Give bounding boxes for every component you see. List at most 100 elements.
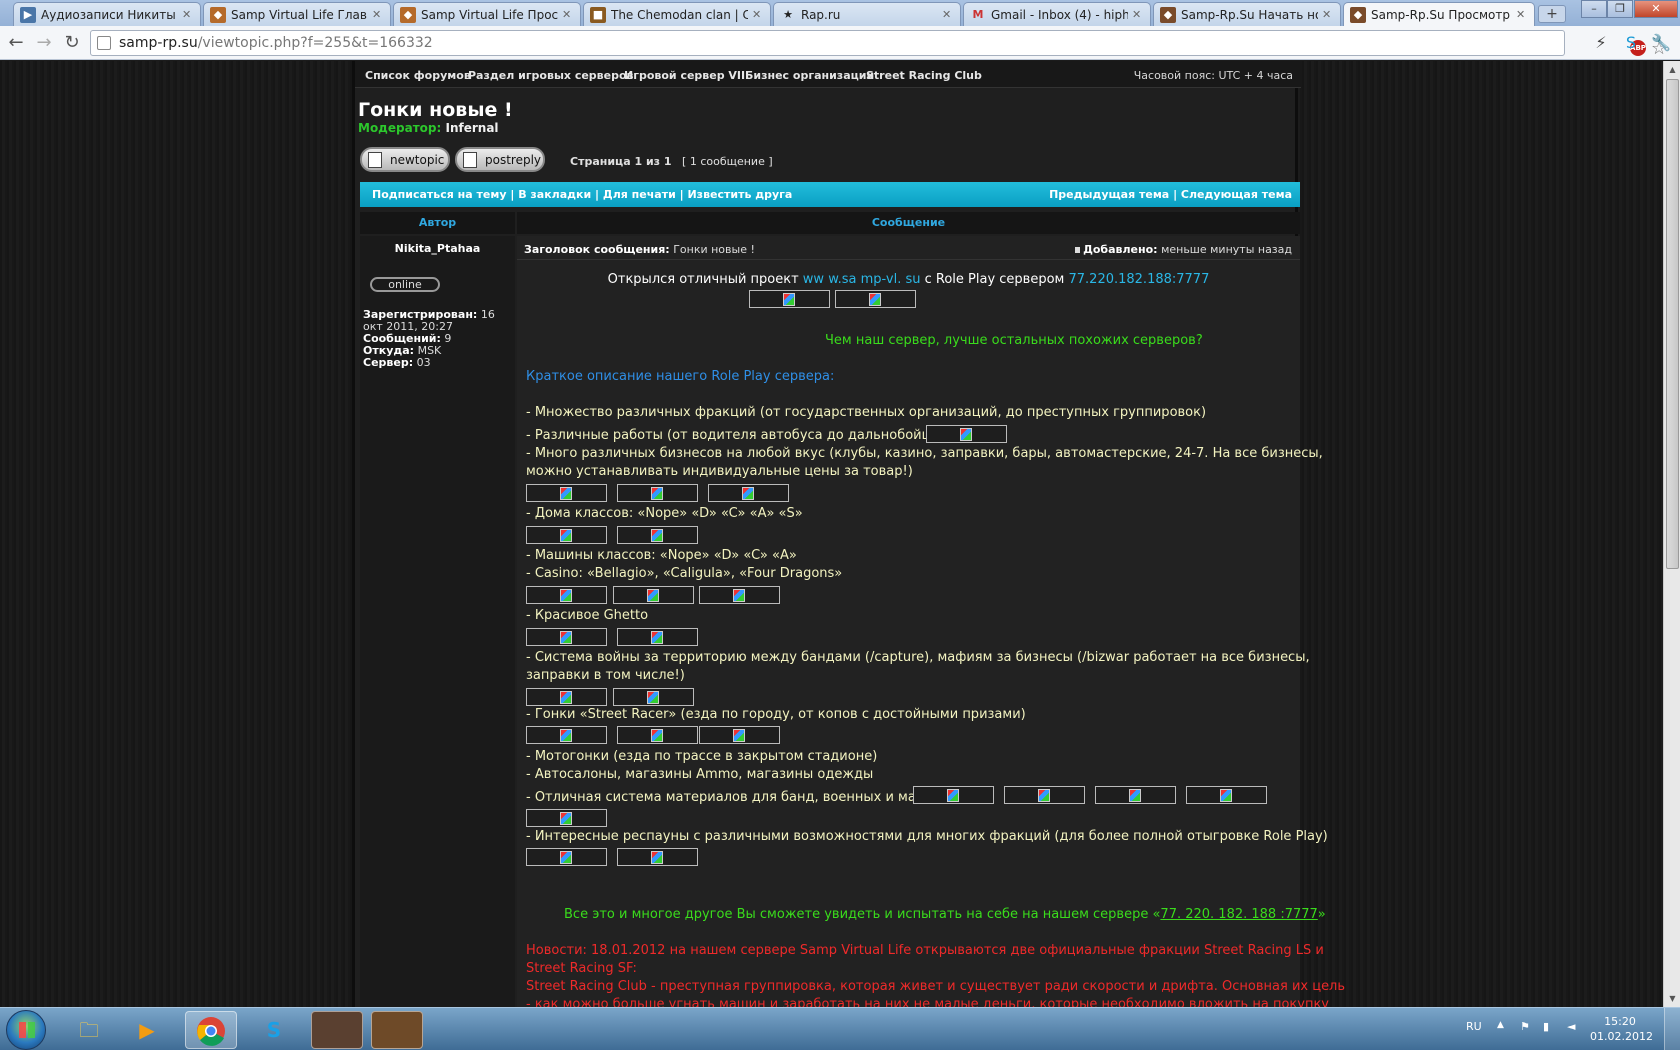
volume-icon[interactable]: ◄ — [1567, 1020, 1575, 1033]
broken-image — [526, 628, 607, 646]
tab-label: The Chemodan clan | Сайт — [611, 7, 748, 22]
post-reply-button[interactable]: postreply — [455, 147, 545, 172]
close-window-button[interactable]: ✕ — [1634, 0, 1678, 18]
close-icon[interactable]: ✕ — [372, 8, 384, 21]
broken-image — [926, 425, 1007, 443]
broken-image — [699, 726, 780, 744]
previous-topic-link[interactable]: Предыдущая тема — [1049, 188, 1169, 201]
tab-label: Gmail - Inbox (4) - hiphap2 — [991, 7, 1128, 22]
clock[interactable]: 15:20 01.02.2012 — [1590, 1014, 1653, 1044]
feature-item: - Интересные респауны с различными возмо… — [526, 829, 1328, 844]
author-profile: Зарегистрирован: 16 окт 2011, 20:27 Сооб… — [363, 309, 513, 369]
moderator-name[interactable]: Infernal — [445, 121, 498, 135]
flag-icon[interactable]: ⚑ — [1520, 1020, 1530, 1033]
address-bar[interactable]: samp-rp.su/viewtopic.php?f=255&t=166332 … — [90, 30, 1667, 59]
tab-vk-audio[interactable]: ▶ Аудиозаписи Никиты Фо ✕ — [13, 2, 201, 26]
tab-label: Samp-Rp.Su Начать новун — [1181, 7, 1318, 22]
close-icon[interactable]: ✕ — [562, 8, 574, 21]
tab-strip: ▶ Аудиозаписи Никиты Фо ✕ ◆ Samp Virtual… — [0, 0, 1680, 26]
reload-icon[interactable]: ↻ — [60, 31, 84, 55]
back-icon[interactable]: ← — [4, 31, 28, 55]
tray-expand-icon[interactable]: ▲ — [1497, 1020, 1504, 1030]
close-icon[interactable]: ✕ — [1132, 8, 1144, 21]
broken-image — [1004, 786, 1085, 804]
message-panel: Заголовок сообщения: Гонки новые ! Добав… — [517, 236, 1345, 1007]
page-title[interactable]: Гонки новые ! — [358, 99, 513, 121]
author-username[interactable]: Nikita_Ptahaa — [360, 242, 515, 255]
tab-samp-vl-view[interactable]: ◆ Samp Virtual Life Просмот ✕ — [393, 2, 581, 26]
next-topic-link[interactable]: Следующая тема — [1181, 188, 1292, 201]
message-added: Добавлено: меньше минуты назад — [1075, 243, 1292, 256]
scroll-down-icon[interactable]: ▼ — [1664, 990, 1680, 1007]
tab-gmail[interactable]: M Gmail - Inbox (4) - hiphap2 ✕ — [963, 2, 1151, 26]
new-tab-button[interactable]: + — [1538, 5, 1566, 23]
breadcrumb-business[interactable]: Бизнес организации — [745, 69, 874, 82]
game-avatar-icon[interactable] — [311, 1011, 363, 1049]
minimize-button[interactable]: – — [1581, 0, 1607, 18]
extension-bolt-icon[interactable]: ⚡ — [1590, 32, 1612, 54]
broken-image — [526, 688, 607, 706]
tab-samp-rp-new[interactable]: ◆ Samp-Rp.Su Начать новун ✕ — [1153, 2, 1341, 26]
project-link[interactable]: ww w.sa mp-vl. su — [803, 272, 921, 287]
outro-text-end: » — [1317, 907, 1326, 922]
skype-extension-icon[interactable]: S — [1620, 32, 1642, 54]
tab-samp-vl-home[interactable]: ◆ Samp Virtual Life Главная с ✕ — [203, 2, 391, 26]
chrome-icon[interactable] — [185, 1011, 237, 1049]
explorer-icon[interactable]: 🗀 — [63, 1011, 115, 1049]
online-status-badge: online — [370, 277, 440, 292]
game-avatar-icon-2[interactable] — [371, 1011, 423, 1049]
document-icon — [463, 151, 477, 168]
show-desktop-button[interactable] — [1664, 1008, 1680, 1050]
feature-item: - Отличная система материалов для банд, … — [526, 790, 944, 805]
restore-button[interactable]: ❐ — [1607, 0, 1633, 18]
breadcrumb-game-servers[interactable]: Раздел игровых серверов — [468, 69, 634, 82]
tab-label: Samp Virtual Life Просмот — [421, 7, 558, 22]
outro-text: Все это и многое другое Вы сможете увиде… — [564, 907, 1161, 922]
close-icon[interactable]: ✕ — [752, 8, 764, 21]
media-player-icon[interactable]: ▶ — [121, 1011, 173, 1049]
news-line: Street Racing SF: — [526, 961, 637, 976]
close-icon[interactable]: ✕ — [942, 8, 954, 21]
breadcrumb-street-racing[interactable]: Street Racing Club — [866, 69, 982, 82]
network-icon[interactable]: ▮ — [1543, 1020, 1549, 1033]
feature-item: - Гонки «Street Racer» (езда по городу, … — [526, 707, 1026, 722]
close-icon[interactable]: ✕ — [182, 8, 194, 21]
email-friend-link[interactable]: Известить друга — [687, 188, 792, 201]
tab-chemodan[interactable]: ■ The Chemodan clan | Сайт ✕ — [583, 2, 771, 26]
subscribe-link[interactable]: Подписаться на тему — [372, 188, 507, 201]
post-icon[interactable] — [1075, 247, 1081, 253]
post-count: [ 1 сообщение ] — [682, 155, 773, 168]
intro-text-2: с Role Play сервером — [920, 272, 1069, 287]
feature-item: - Красивое Ghetto — [526, 608, 649, 623]
outro-line: Все это и многое другое Вы сможете увиде… — [564, 907, 1326, 922]
tab-rap[interactable]: ★ Rap.ru ✕ — [773, 2, 961, 26]
broken-image — [613, 688, 694, 706]
feature-item: - Множество различных фракций (от госуда… — [526, 405, 1207, 420]
broken-image — [749, 290, 830, 308]
breadcrumb-server-vii[interactable]: Игровой сервер VII — [624, 69, 745, 82]
outro-ip-link[interactable]: 77. 220. 182. 188 :7777 — [1160, 907, 1317, 922]
gmail-icon: M — [972, 8, 984, 21]
feature-item: - Различные работы (от водителя автобуса… — [526, 428, 964, 443]
scroll-thumb[interactable] — [1666, 79, 1679, 569]
wrench-menu-icon[interactable]: 🔧 — [1650, 32, 1672, 54]
start-button[interactable] — [6, 1010, 46, 1050]
forward-icon[interactable]: → — [32, 31, 56, 55]
vertical-scrollbar[interactable]: ▲ ▼ — [1663, 61, 1680, 1007]
skype-icon[interactable]: S — [248, 1011, 300, 1049]
broken-image — [835, 290, 916, 308]
broken-image — [1186, 786, 1267, 804]
broken-image — [1095, 786, 1176, 804]
broken-image — [526, 726, 607, 744]
new-topic-button[interactable]: newtopic — [360, 147, 450, 172]
bookmark-link[interactable]: В закладки — [518, 188, 591, 201]
subject-value: Гонки новые ! — [673, 243, 755, 256]
broken-image — [913, 786, 994, 804]
tab-samp-rp-view[interactable]: ◆ Samp-Rp.Su Просмотр те ✕ — [1343, 2, 1535, 26]
close-icon[interactable]: ✕ — [1322, 8, 1334, 21]
scroll-up-icon[interactable]: ▲ — [1664, 61, 1680, 78]
close-icon[interactable]: ✕ — [1516, 8, 1528, 21]
breadcrumb-forum-list[interactable]: Список форумов — [365, 69, 471, 82]
print-link[interactable]: Для печати — [603, 188, 676, 201]
language-indicator[interactable]: RU — [1466, 1020, 1482, 1033]
